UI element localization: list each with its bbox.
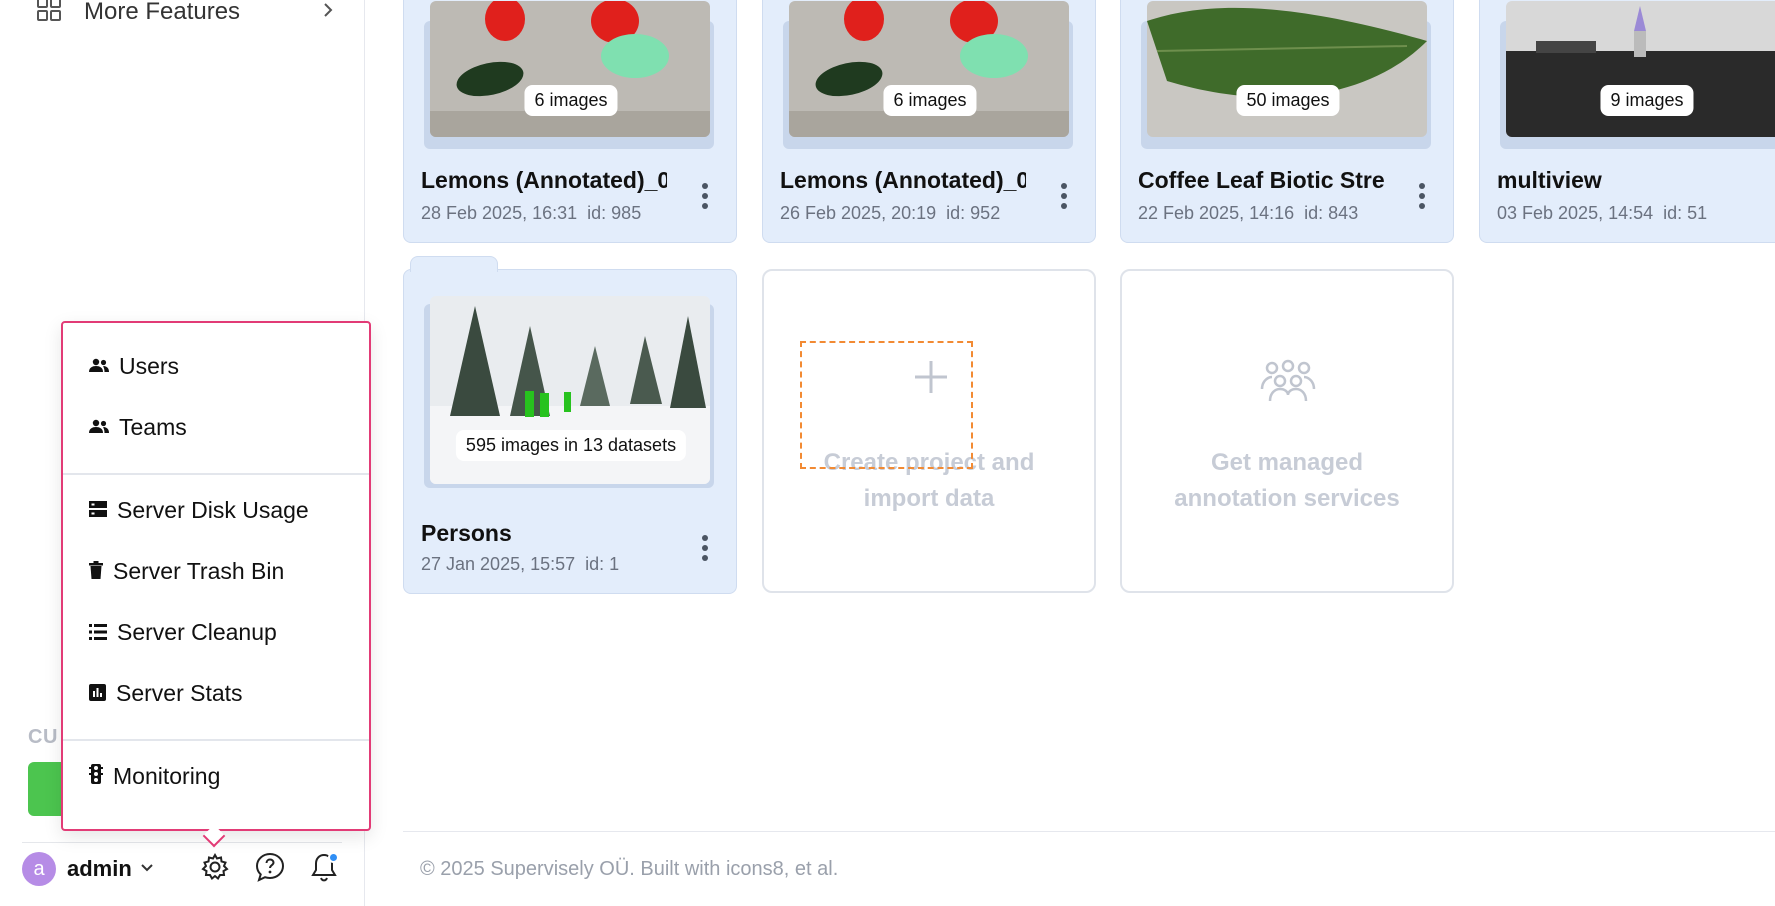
section-label: CU bbox=[28, 726, 58, 748]
menu-item-label: Users bbox=[119, 353, 180, 379]
menu-divider bbox=[63, 473, 369, 475]
image-count-badge: 595 images in 13 datasets bbox=[455, 430, 687, 461]
image-count-badge: 6 images bbox=[883, 85, 977, 116]
chevron-down-icon bbox=[140, 860, 154, 878]
focus-outline bbox=[800, 341, 973, 469]
more-vertical-icon[interactable] bbox=[1419, 183, 1427, 209]
divider bbox=[22, 842, 342, 843]
image-count-badge: 9 images bbox=[1600, 85, 1694, 116]
project-title: Lemons (Annotated)_0( bbox=[780, 167, 1026, 193]
project-title: Lemons (Annotated)_0( bbox=[421, 167, 667, 193]
people-group-icon bbox=[1260, 359, 1316, 408]
traffic-light-icon bbox=[89, 763, 103, 790]
image-count-badge: 50 images bbox=[1236, 85, 1340, 116]
project-id: id: 51 bbox=[1663, 203, 1708, 223]
menu-item-label: Server Trash Bin bbox=[113, 558, 285, 584]
menu-item-monitoring[interactable]: Monitoring bbox=[89, 763, 220, 790]
managed-services-line1: Get managed bbox=[1210, 449, 1364, 476]
project-id: id: 1 bbox=[585, 554, 620, 574]
gear-icon bbox=[200, 852, 230, 887]
grid-icon bbox=[36, 0, 62, 29]
create-project-line2: import data bbox=[863, 485, 995, 512]
project-date: 03 Feb 2025, 14:54 bbox=[1497, 203, 1654, 223]
menu-item-server-trash-bin[interactable]: Server Trash Bin bbox=[89, 558, 284, 585]
project-meta: 22 Feb 2025, 14:16 id: 843 bbox=[1138, 203, 1358, 224]
footer-text: © 2025 Supervisely OÜ. Built with icons8… bbox=[420, 858, 839, 880]
menu-item-server-disk-usage[interactable]: Server Disk Usage bbox=[89, 497, 309, 524]
project-title: multiview bbox=[1497, 167, 1602, 193]
menu-divider bbox=[63, 739, 369, 741]
managed-services-line2: annotation services bbox=[1174, 485, 1400, 512]
more-features-item[interactable]: More Features bbox=[36, 0, 366, 30]
image-count-badge: 6 images bbox=[524, 85, 618, 116]
trash-icon bbox=[89, 558, 103, 585]
managed-services-card[interactable]: Get managed annotation services bbox=[1120, 269, 1454, 593]
project-meta: 28 Feb 2025, 16:31 id: 985 bbox=[421, 203, 641, 224]
list-icon bbox=[89, 619, 107, 646]
settings-button[interactable] bbox=[198, 852, 232, 886]
menu-item-server-cleanup[interactable]: Server Cleanup bbox=[89, 619, 277, 646]
server-disk-icon bbox=[89, 497, 107, 524]
avatar: a bbox=[22, 852, 56, 886]
project-card[interactable]: 6 images Lemons (Annotated)_0( 28 Feb 20… bbox=[403, 0, 737, 243]
help-button[interactable] bbox=[253, 852, 287, 886]
project-thumbnail bbox=[1506, 1, 1775, 137]
project-thumbnail bbox=[430, 1, 710, 137]
app-root: More Features CU a admin 6 images Lemons… bbox=[0, 0, 1775, 906]
notification-dot bbox=[328, 852, 339, 863]
menu-item-label: Server Stats bbox=[116, 680, 243, 706]
help-icon bbox=[254, 851, 286, 888]
menu-item-teams[interactable]: Teams bbox=[89, 414, 187, 441]
footer-divider bbox=[403, 831, 1775, 832]
project-card[interactable]: 6 images Lemons (Annotated)_0( 26 Feb 20… bbox=[762, 0, 1096, 243]
project-thumbnail bbox=[789, 1, 1069, 137]
more-features-label: More Features bbox=[84, 0, 241, 25]
project-thumbnail bbox=[1147, 1, 1427, 137]
project-meta: 27 Jan 2025, 15:57 id: 1 bbox=[421, 554, 619, 575]
settings-dropdown-menu: Users Teams Server Disk Usage Server Tra… bbox=[61, 321, 371, 831]
project-title: Persons bbox=[421, 520, 512, 546]
menu-item-server-stats[interactable]: Server Stats bbox=[89, 680, 243, 707]
username: admin bbox=[67, 856, 132, 881]
project-id: id: 985 bbox=[587, 203, 642, 223]
menu-item-label: Monitoring bbox=[113, 763, 221, 789]
project-date: 28 Feb 2025, 16:31 bbox=[421, 203, 578, 223]
chevron-right-icon bbox=[322, 0, 334, 26]
project-title: Coffee Leaf Biotic Stres bbox=[1138, 167, 1384, 193]
project-meta: 03 Feb 2025, 14:54 id: 51 bbox=[1497, 203, 1707, 224]
stats-icon bbox=[89, 680, 106, 707]
project-card[interactable]: 50 images Coffee Leaf Biotic Stres 22 Fe… bbox=[1120, 0, 1454, 243]
teams-icon bbox=[89, 414, 109, 441]
card-tab bbox=[410, 256, 498, 272]
notifications-button[interactable] bbox=[307, 852, 341, 886]
user-menu[interactable]: a admin bbox=[22, 852, 154, 886]
project-id: id: 843 bbox=[1304, 203, 1359, 223]
project-card[interactable]: 595 images in 13 datasets Persons 27 Jan… bbox=[403, 256, 737, 594]
project-id: id: 952 bbox=[946, 203, 1001, 223]
more-vertical-icon[interactable] bbox=[702, 183, 710, 209]
menu-item-label: Server Disk Usage bbox=[117, 497, 309, 523]
menu-item-label: Server Cleanup bbox=[117, 619, 277, 645]
more-vertical-icon[interactable] bbox=[702, 535, 710, 561]
project-date: 22 Feb 2025, 14:16 bbox=[1138, 203, 1295, 223]
menu-item-label: Teams bbox=[119, 414, 187, 440]
project-date: 27 Jan 2025, 15:57 bbox=[421, 554, 576, 574]
menu-item-users[interactable]: Users bbox=[89, 353, 179, 380]
more-vertical-icon[interactable] bbox=[1061, 183, 1069, 209]
project-meta: 26 Feb 2025, 20:19 id: 952 bbox=[780, 203, 1000, 224]
project-date: 26 Feb 2025, 20:19 bbox=[780, 203, 937, 223]
users-icon bbox=[89, 353, 109, 380]
project-card[interactable]: 9 images multiview 03 Feb 2025, 14:54 id… bbox=[1479, 0, 1775, 243]
